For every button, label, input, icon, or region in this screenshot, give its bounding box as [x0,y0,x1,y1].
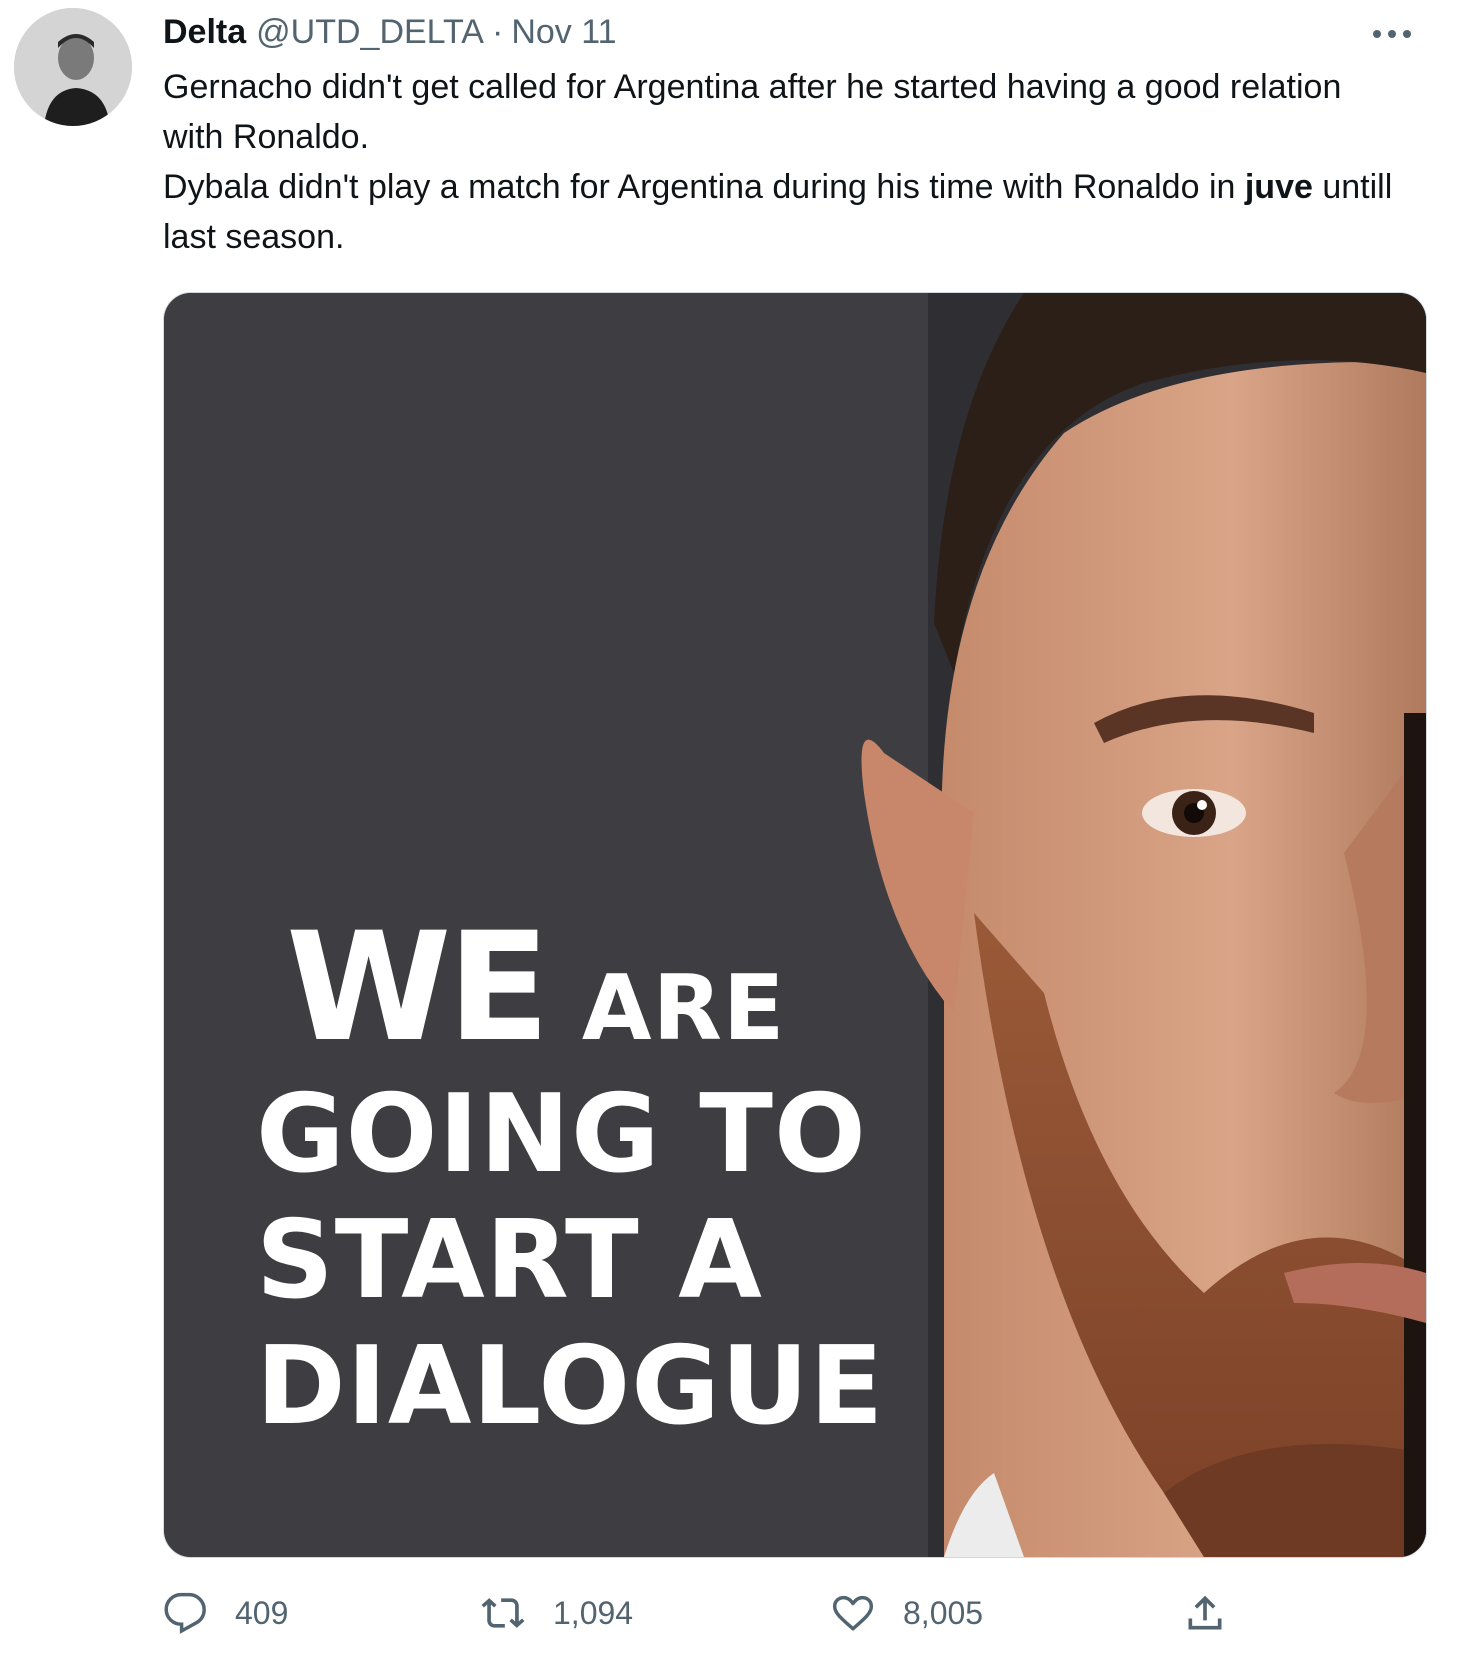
retweet-button[interactable]: 1,094 [481,1588,633,1638]
author-name[interactable]: Delta [163,13,246,52]
author-handle[interactable]: @UTD_DELTA [256,13,484,52]
tweet-text-line2-start: Dybala didn't play a match for Argentina… [163,168,1245,206]
retweet-count: 1,094 [553,1594,634,1631]
reply-count: 409 [235,1594,289,1631]
overlay-word-we: WE [286,901,550,1075]
like-button[interactable]: 8,005 [831,1588,983,1638]
tweet-actions: 409 1,094 8,005 [163,1588,1243,1638]
share-button[interactable] [1183,1588,1255,1638]
media-overlay-text: WE ARE GOING TO START A DIALOGUE [256,913,884,1441]
more-horizontal-icon [1373,30,1411,38]
tweet-text: Gernacho didn't get called for Argentina… [163,62,1393,262]
avatar-photo [14,8,132,126]
reply-bubble-icon [164,1592,206,1634]
retweet-icon [481,1598,525,1628]
header-separator: · [491,12,504,51]
overlay-line1: WE ARE [256,913,884,1063]
overlay-line4: DIALOGUE [256,1324,885,1449]
like-count: 8,005 [903,1594,984,1631]
reply-button[interactable]: 409 [163,1588,288,1638]
share-upload-icon [1188,1595,1222,1630]
overlay-word-are: ARE [581,956,786,1061]
more-options-button[interactable] [1362,14,1422,54]
avatar[interactable] [14,8,132,126]
tweet-date[interactable]: Nov 11 [511,13,616,52]
tweet-text-bold-word: juve [1244,168,1313,206]
overlay-line3: START A [256,1198,763,1323]
heart-icon [832,1595,874,1631]
tweet-text-line1: Gernacho didn't get called for Argentina… [163,68,1342,156]
tweet-media-image[interactable]: WE ARE GOING TO START A DIALOGUE [163,292,1427,1558]
overlay-line2: GOING TO [256,1072,867,1197]
tweet-text-line2: Dybala didn't play a match for Argentina… [163,162,1393,262]
tweet-header: Delta @UTD_DELTA · Nov 11 [163,10,617,54]
